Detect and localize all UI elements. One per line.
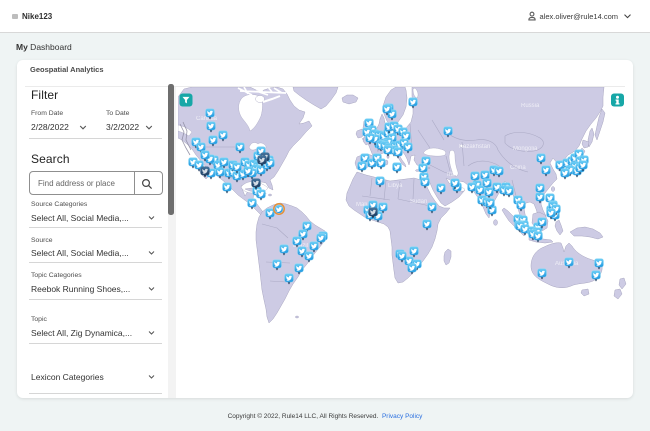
svg-text:Kazakhstan: Kazakhstan — [459, 144, 490, 150]
svg-text:Iran: Iran — [447, 172, 457, 178]
svg-text:Russia: Russia — [521, 103, 540, 109]
svg-text:China: China — [510, 165, 526, 171]
svg-text:Mongolia: Mongolia — [513, 146, 538, 152]
svg-text:Libya: Libya — [388, 183, 403, 189]
svg-text:Sudan: Sudan — [410, 199, 427, 205]
